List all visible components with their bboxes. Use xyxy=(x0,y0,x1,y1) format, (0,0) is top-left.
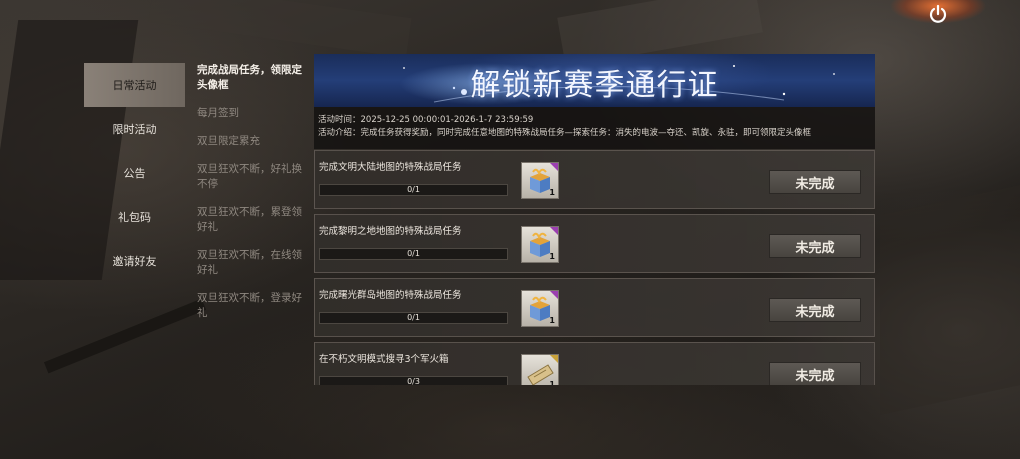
sub-item-holiday-login[interactable]: 双旦狂欢不断，登录好礼 xyxy=(197,291,309,321)
nav-announcements[interactable]: 公告 xyxy=(84,151,185,195)
task-title: 完成曙光群岛地图的特殊战局任务 xyxy=(319,290,462,301)
nav-daily-activities[interactable]: 日常活动 xyxy=(84,63,185,107)
task-row: 完成曙光群岛地图的特殊战局任务 0/1 1 未完成 xyxy=(314,278,875,337)
task-row: 完成黎明之地地图的特殊战局任务 0/1 1 未完成 xyxy=(314,214,875,273)
nav-gift-code[interactable]: 礼包码 xyxy=(84,195,185,239)
rarity-corner xyxy=(550,227,558,235)
activity-panel: 解锁新赛季通行证 活动时间：2025-12-25 00:00:01-2026-1… xyxy=(314,54,875,385)
sub-item-holiday-recharge[interactable]: 双旦限定累充 xyxy=(197,134,309,149)
reward-quantity: 1 xyxy=(549,380,555,385)
background-debris xyxy=(880,185,1020,415)
task-progress-text: 0/1 xyxy=(407,249,420,258)
banner-title: 解锁新赛季通行证 xyxy=(470,68,719,103)
task-list: 完成文明大陆地图的特殊战局任务 0/1 1 未完成 完成黎明之地地图的特殊战局任… xyxy=(314,150,875,385)
reward-slot[interactable]: 1 xyxy=(521,290,559,327)
task-status-button[interactable]: 未完成 xyxy=(769,234,861,258)
task-progress-text: 0/1 xyxy=(407,313,420,322)
reward-slot[interactable]: 1 xyxy=(521,226,559,263)
task-title: 完成文明大陆地图的特殊战局任务 xyxy=(319,162,462,173)
reward-quantity: 1 xyxy=(549,252,555,261)
activity-info: 活动时间：2025-12-25 00:00:01-2026-1-7 23:59:… xyxy=(314,107,875,149)
sub-item-holiday-exchange[interactable]: 双旦狂欢不断，好礼换不停 xyxy=(197,162,309,192)
sub-item-battle-tasks[interactable]: 完成战局任务，领限定头像框 xyxy=(197,63,309,93)
rarity-corner xyxy=(550,163,558,171)
rarity-corner xyxy=(550,355,558,363)
sub-nav: 完成战局任务，领限定头像框 每月签到 双旦限定累充 双旦狂欢不断，好礼换不停 双… xyxy=(197,63,309,334)
reward-slot[interactable]: 1 xyxy=(521,162,559,199)
sub-item-holiday-online[interactable]: 双旦狂欢不断，在线领好礼 xyxy=(197,248,309,278)
background-debris xyxy=(148,0,412,58)
power-icon xyxy=(929,4,947,23)
task-row: 在不朽文明模式搜寻3个军火箱 0/3 1 未完成 xyxy=(314,342,875,385)
reward-slot[interactable]: 1 xyxy=(521,354,559,385)
activity-description: 活动介绍：完成任务获得奖励，同时完成任意地图的特殊战局任务—探索任务：消失的电波… xyxy=(318,128,812,138)
activity-banner: 解锁新赛季通行证 xyxy=(314,54,875,107)
task-status-button[interactable]: 未完成 xyxy=(769,362,861,385)
nav-invite-friends[interactable]: 邀请好友 xyxy=(84,239,185,283)
task-status-button[interactable]: 未完成 xyxy=(769,298,861,322)
task-title: 在不朽文明模式搜寻3个军火箱 xyxy=(319,354,449,365)
sub-item-monthly-checkin[interactable]: 每月签到 xyxy=(197,106,309,121)
task-progress-text: 0/1 xyxy=(407,185,420,194)
task-progress-text: 0/3 xyxy=(407,377,420,385)
reward-quantity: 1 xyxy=(549,188,555,197)
reward-quantity: 1 xyxy=(549,316,555,325)
task-title: 完成黎明之地地图的特殊战局任务 xyxy=(319,226,462,237)
game-screen: 日常活动 限时活动 公告 礼包码 邀请好友 完成战局任务，领限定头像框 每月签到… xyxy=(0,0,1020,459)
activity-time: 活动时间：2025-12-25 00:00:01-2026-1-7 23:59:… xyxy=(318,115,534,125)
rarity-corner xyxy=(550,291,558,299)
power-button[interactable] xyxy=(925,2,951,26)
task-row: 完成文明大陆地图的特殊战局任务 0/1 1 未完成 xyxy=(314,150,875,209)
left-nav: 日常活动 限时活动 公告 礼包码 邀请好友 xyxy=(84,63,185,283)
background-debris xyxy=(43,298,207,374)
nav-limited-activities[interactable]: 限时活动 xyxy=(84,107,185,151)
sub-item-holiday-cumulative-login[interactable]: 双旦狂欢不断，累登领好礼 xyxy=(197,205,309,235)
task-status-button[interactable]: 未完成 xyxy=(769,170,861,194)
